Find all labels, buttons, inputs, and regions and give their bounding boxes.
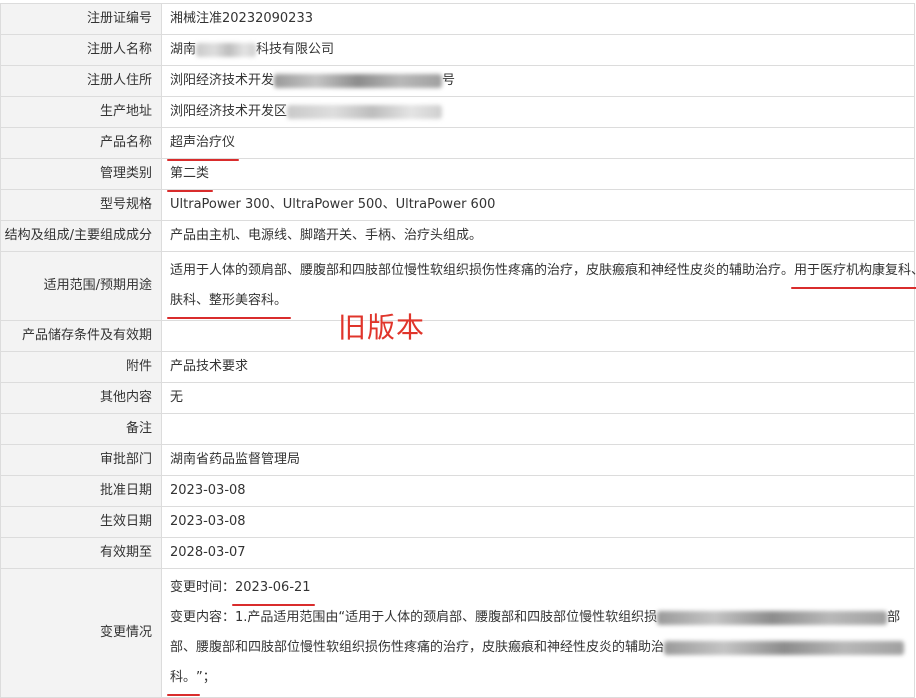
change-content-line-3: 科。”； [166, 663, 914, 696]
value-other: 无 [161, 382, 915, 414]
row-category: 管理类别 第二类 [0, 158, 915, 192]
row-production-address: 生产地址 浏阳经济技术开发区 [0, 96, 915, 128]
row-storage: 产品储存条件及有效期 [0, 320, 915, 352]
label-reg-no: 注册证编号 [0, 3, 162, 35]
scope-line-1: 适用于人体的颈肩部、腰腹部和四肢部位慢性软组织损伤性疼痛的治疗，皮肤瘢痕和神经性… [170, 256, 916, 289]
value-scope: 适用于人体的颈肩部、腰腹部和四肢部位慢性软组织损伤性疼痛的治疗，皮肤瘢痕和神经性… [161, 251, 916, 321]
label-remark: 备注 [0, 413, 162, 445]
redacted-registrant-address [274, 73, 443, 88]
row-expiry-date: 有效期至 2028-03-07 [0, 537, 915, 569]
registrant-address-suffix: 号 [442, 73, 456, 88]
change-content-highlight: 科。 [166, 663, 201, 696]
value-structure: 产品由主机、电源线、脚踏开关、手柄、治疗头组成。 [161, 220, 915, 252]
row-product-name: 产品名称 超声治疗仪 [0, 127, 915, 161]
product-name-highlight: 超声治疗仪 [166, 128, 240, 161]
row-structure: 结构及组成/主要组成成分 产品由主机、电源线、脚踏开关、手柄、治疗头组成。 [0, 220, 915, 252]
scope-highlight-2: 肤科、整形美容科。 [166, 286, 292, 319]
value-production-address: 浏阳经济技术开发区 [161, 96, 915, 128]
row-model: 型号规格 UltraPower 300、UltraPower 500、Ultra… [0, 189, 915, 221]
row-reg-no: 注册证编号 湘械注准20232090233 [0, 3, 915, 35]
change-content-line-1: 变更内容：1.产品适用范围由“适用于人体的颈肩部、腰腹部和四肢部位慢性软组织损部 [170, 610, 901, 625]
label-approval-date: 批准日期 [0, 475, 162, 507]
value-approval-date: 2023-03-08 [161, 475, 915, 507]
registrant-suffix: 科技有限公司 [256, 42, 335, 57]
row-attachment: 附件 产品技术要求 [0, 351, 915, 383]
production-address-prefix: 浏阳经济技术开发区 [170, 104, 288, 119]
registrant-prefix: 湖南 [170, 42, 197, 57]
row-scope: 适用范围/预期用途 适用于人体的颈肩部、腰腹部和四肢部位慢性软组织损伤性疼痛的治… [0, 251, 916, 321]
value-product-name: 超声治疗仪 [161, 127, 915, 161]
label-attachment: 附件 [0, 351, 162, 383]
label-other: 其他内容 [0, 382, 162, 414]
value-model: UltraPower 300、UltraPower 500、UltraPower… [161, 189, 915, 221]
label-category: 管理类别 [0, 158, 162, 190]
label-structure: 结构及组成/主要组成成分 [0, 220, 162, 252]
redacted-production-address [287, 104, 443, 119]
value-category: 第二类 [161, 158, 915, 192]
label-model: 型号规格 [0, 189, 162, 221]
value-effective-date: 2023-03-08 [161, 506, 915, 538]
value-reg-no: 湘械注准20232090233 [161, 3, 915, 35]
label-production-address: 生产地址 [0, 96, 162, 128]
old-version-annotation: 旧版本 [338, 311, 426, 344]
row-effective-date: 生效日期 2023-03-08 [0, 506, 915, 538]
category-highlight: 第二类 [166, 159, 214, 192]
redacted-registrant [196, 42, 257, 57]
value-remark [161, 413, 915, 445]
label-product-name: 产品名称 [0, 127, 162, 159]
row-change: 变更情况 变更时间：2023-06-21 变更内容：1.产品适用范围由“适用于人… [0, 568, 915, 698]
redacted-change-1 [657, 610, 888, 625]
scope-highlight-1: 用于医疗机构康复科、皮 [791, 256, 916, 289]
change-time-line: 变更时间：2023-06-21 [170, 573, 914, 606]
redacted-change-2 [664, 640, 905, 655]
label-effective-date: 生效日期 [0, 506, 162, 538]
label-change: 变更情况 [0, 568, 162, 698]
row-authority: 审批部门 湖南省药品监督管理局 [0, 444, 915, 476]
value-expiry-date: 2028-03-07 [161, 537, 915, 569]
registration-detail-table: 注册证编号 湘械注准20232090233 注册人名称 湖南 科技有限公司 注册人… [0, 3, 916, 698]
change-content-line-2: 部、腰腹部和四肢部位慢性软组织损伤性疼痛的治疗，皮肤瘢痕和神经性皮炎的辅助治 [170, 633, 914, 663]
registrant-address-prefix: 浏阳经济技术开发 [170, 73, 275, 88]
label-registrant: 注册人名称 [0, 34, 162, 66]
scope-line-2: 肤科、整形美容科。 [166, 286, 914, 319]
row-other: 其他内容 无 [0, 382, 915, 414]
row-registrant: 注册人名称 湖南 科技有限公司 [0, 34, 915, 66]
label-storage: 产品储存条件及有效期 [0, 320, 162, 352]
label-expiry-date: 有效期至 [0, 537, 162, 569]
value-registrant-address: 浏阳经济技术开发 号 [161, 65, 915, 97]
value-authority: 湖南省药品监督管理局 [161, 444, 915, 476]
value-change: 变更时间：2023-06-21 变更内容：1.产品适用范围由“适用于人体的颈肩部… [161, 568, 915, 698]
value-storage [161, 320, 915, 352]
label-authority: 审批部门 [0, 444, 162, 476]
value-registrant: 湖南 科技有限公司 [161, 34, 915, 66]
label-scope: 适用范围/预期用途 [0, 251, 162, 321]
change-time-highlight: 2023-06-21 [232, 573, 315, 606]
value-attachment: 产品技术要求 [161, 351, 915, 383]
row-registrant-address: 注册人住所 浏阳经济技术开发 号 [0, 65, 915, 97]
label-registrant-address: 注册人住所 [0, 65, 162, 97]
row-approval-date: 批准日期 2023-03-08 [0, 475, 915, 507]
row-remark: 备注 [0, 413, 915, 445]
